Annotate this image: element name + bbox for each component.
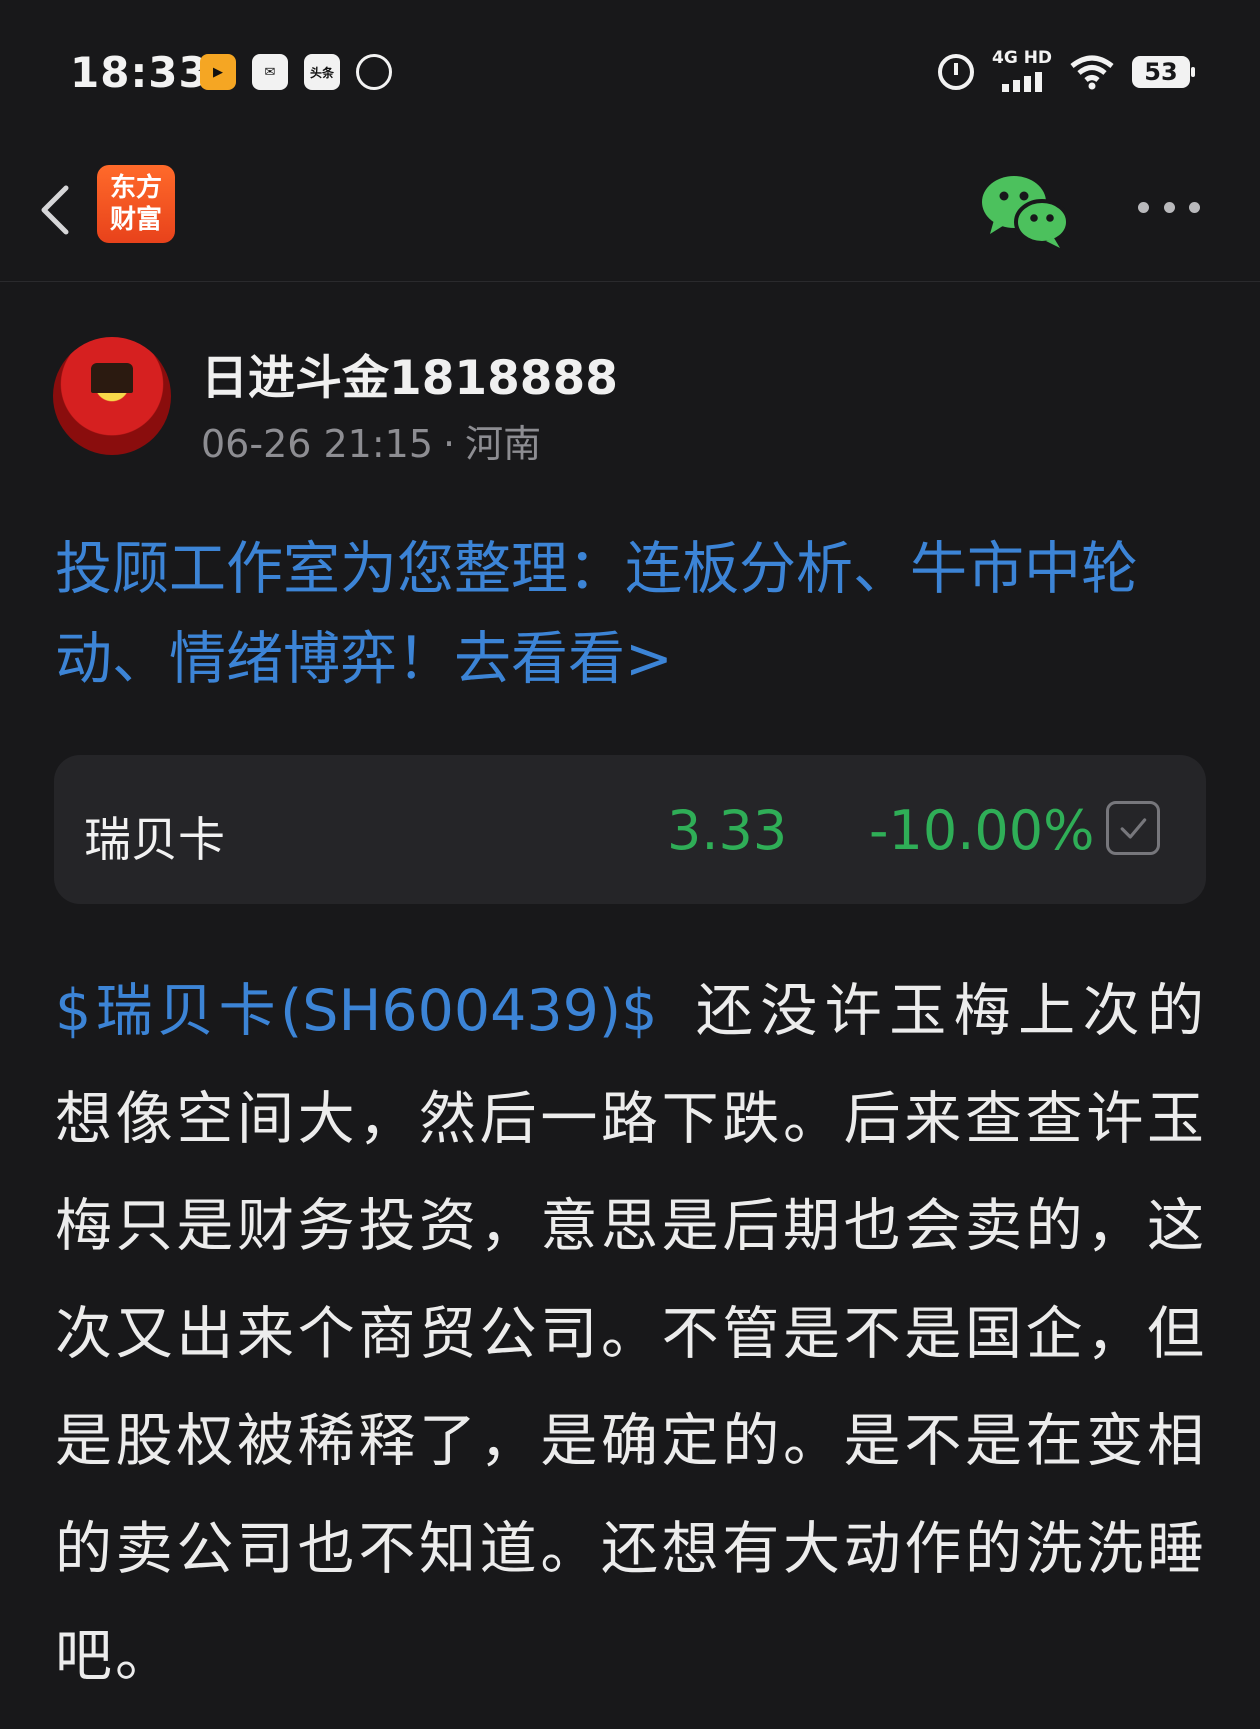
stock-price: 3.33 bbox=[667, 799, 788, 862]
author-avatar[interactable] bbox=[53, 337, 171, 455]
wechat-share-icon[interactable] bbox=[980, 170, 1070, 250]
brand-logo-line2: 财富 bbox=[109, 205, 162, 235]
nav-bar: 东方 财富 bbox=[0, 140, 1260, 282]
video-app-icon: ▶ bbox=[200, 54, 236, 90]
battery-icon: 53 bbox=[1132, 56, 1195, 88]
post-body: $瑞贝卡(SH600439)$ 还没许玉梅上次的想像空间大，然后一路下跌。后来查查… bbox=[55, 958, 1207, 1711]
stock-name: 瑞贝卡 bbox=[84, 813, 225, 868]
network-label: 4G HD bbox=[992, 48, 1053, 68]
more-options-icon[interactable] bbox=[1138, 202, 1200, 218]
signal-icon bbox=[1002, 72, 1042, 92]
post-text: 还没许玉梅上次的想像空间大，然后一路下跌。后来查查许玉梅只是财务投资，意思是后期… bbox=[55, 978, 1208, 1689]
brand-logo[interactable]: 东方 财富 bbox=[97, 165, 175, 243]
toutiao-app-icon: 头条 bbox=[304, 54, 340, 90]
post-location: 河南 bbox=[465, 422, 542, 466]
author-header: 日进斗金1818888 06-26 21:15 · 河南 bbox=[53, 337, 1203, 466]
stock-tag-link[interactable]: $瑞贝卡(SH600439)$ bbox=[55, 978, 657, 1044]
author-name[interactable]: 日进斗金1818888 bbox=[201, 339, 618, 408]
post-datetime: 06-26 21:15 bbox=[201, 422, 434, 466]
wifi-icon bbox=[1070, 54, 1114, 90]
status-app-icons: ▶ ✉ 头条 bbox=[200, 54, 392, 90]
stock-card[interactable]: 瑞贝卡 3.33 -10.00% bbox=[54, 755, 1206, 904]
stock-change: -10.00% bbox=[869, 799, 1095, 862]
alarm-icon bbox=[938, 54, 974, 90]
brand-logo-line1: 东方 bbox=[109, 173, 162, 203]
promo-link[interactable]: 投顾工作室为您整理：连板分析、牛市中轮动、情绪博弈！去看看> bbox=[55, 524, 1205, 704]
post-meta: 06-26 21:15 · 河南 bbox=[201, 413, 541, 468]
battery-level: 53 bbox=[1144, 58, 1178, 86]
status-bar: 18:33 ▶ ✉ 头条 4G HD 53 bbox=[0, 0, 1260, 140]
meta-separator: · bbox=[443, 422, 456, 466]
network-indicator: 4G HD bbox=[992, 48, 1052, 92]
leaf-app-icon bbox=[356, 54, 392, 90]
status-time: 18:33 bbox=[70, 48, 209, 97]
mail-app-icon: ✉ bbox=[252, 54, 288, 90]
back-icon[interactable] bbox=[30, 180, 90, 240]
add-watchlist-checkbox-icon[interactable] bbox=[1106, 801, 1160, 855]
status-right: 4G HD 53 bbox=[938, 48, 1195, 92]
